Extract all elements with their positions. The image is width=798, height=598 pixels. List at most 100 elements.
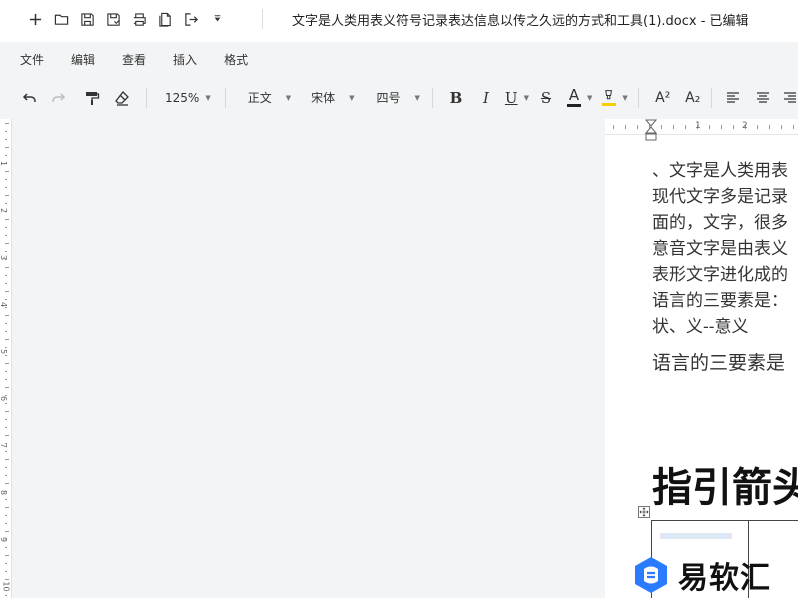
ruler-tick	[5, 251, 7, 252]
table-cell-selection	[660, 533, 732, 539]
highlight-dropdown[interactable]: ▼	[602, 85, 628, 111]
toolbar-separator	[431, 87, 433, 108]
align-left-button[interactable]	[722, 85, 744, 111]
font-color-button[interactable]: A	[566, 86, 581, 107]
toolbar-separator	[146, 87, 147, 108]
move-icon	[639, 507, 649, 517]
menu-format[interactable]: 格式	[224, 51, 248, 68]
bold-button[interactable]: B	[445, 85, 467, 111]
align-left-icon	[726, 91, 739, 103]
print-button[interactable]	[126, 6, 152, 32]
underline-dropdown[interactable]: U ▼	[505, 85, 529, 111]
ruler-tick	[5, 435, 9, 436]
table-move-handle[interactable]	[638, 506, 650, 518]
strikethrough-button[interactable]: S	[535, 85, 557, 111]
ruler-tick	[5, 379, 7, 380]
ruler-tick	[613, 125, 614, 129]
ruler-number: 3	[0, 255, 8, 260]
ruler-tick	[5, 571, 7, 572]
ruler-tick	[673, 125, 674, 129]
zoom-dropdown[interactable]: 125% ▼	[165, 91, 211, 105]
font-family-dropdown[interactable]: 宋体 ▼	[311, 89, 354, 106]
align-right-button[interactable]	[782, 85, 798, 111]
plus-icon	[29, 13, 41, 25]
exit-icon	[184, 12, 198, 26]
toolbar-separator	[637, 87, 639, 108]
ruler-tick	[5, 363, 9, 364]
italic-button[interactable]: I	[475, 85, 497, 111]
ruler-tick	[5, 299, 7, 300]
chevron-down-icon: ▼	[586, 93, 593, 102]
subscript-button[interactable]: A₂	[681, 85, 705, 111]
redo-button[interactable]	[46, 85, 70, 111]
font-color-dropdown[interactable]: A ▼	[566, 85, 593, 111]
menu-view[interactable]: 查看	[122, 51, 146, 68]
ruler-tick	[5, 203, 7, 204]
ruler-tick	[5, 243, 9, 244]
customize-quick-access-button[interactable]	[204, 6, 230, 32]
align-center-icon	[756, 91, 769, 103]
ruler-tick	[793, 125, 794, 129]
new-document-button[interactable]	[22, 6, 48, 32]
clear-format-button[interactable]	[110, 85, 134, 111]
align-center-button[interactable]	[752, 85, 774, 111]
ruler-number: 5	[0, 349, 8, 354]
ruler-tick	[5, 555, 9, 556]
text-line: 、文字是人类用表	[652, 161, 788, 181]
ruler-tick	[5, 147, 9, 148]
export-pdf-button[interactable]	[152, 6, 178, 32]
text-line: 状、义--意义	[652, 317, 749, 337]
undo-button[interactable]	[18, 85, 42, 111]
save-as-button[interactable]	[100, 6, 126, 32]
ruler-tick	[5, 387, 9, 388]
ruler-tick	[5, 483, 9, 484]
menu-edit[interactable]: 编辑	[71, 51, 95, 68]
title-bar: 文字是人类用表义符号记录表达信息以传之久远的方式和工具(1).docx - 已编…	[0, 0, 798, 38]
ruler-tick	[5, 531, 9, 532]
ruler-tick	[5, 307, 7, 308]
underline-button[interactable]: U	[505, 89, 518, 107]
paint-roller-icon	[86, 91, 100, 105]
font-color-letter: A	[568, 86, 580, 104]
ruler-tick	[5, 547, 7, 548]
ruler-tick	[5, 411, 9, 412]
ruler-tick	[5, 515, 7, 516]
highlight-button[interactable]	[602, 89, 617, 106]
document-copy-icon	[158, 12, 171, 27]
ruler-tick	[637, 125, 638, 129]
ruler-tick	[5, 459, 9, 460]
watermark: 易软汇	[632, 553, 771, 597]
text-paragraph: 语言的三要素是	[652, 352, 786, 374]
ruler-tick	[5, 179, 7, 180]
font-size-dropdown[interactable]: 四号 ▼	[377, 89, 420, 106]
paragraph-style-dropdown[interactable]: 正文 ▼	[248, 89, 291, 106]
highlight-color-bar	[602, 103, 617, 106]
menu-bar: 文件 编辑 查看 插入 格式	[0, 42, 798, 76]
chevron-down-icon: ▼	[523, 93, 529, 102]
superscript-button[interactable]: A²	[651, 85, 675, 111]
text-line: 面的，文字，很多	[652, 213, 788, 233]
format-painter-button[interactable]	[80, 85, 104, 111]
document-body[interactable]: 、文字是人类用表 现代文字多是记录 面的，文字，很多 意音文字是由表义 表形文字…	[652, 158, 788, 375]
zoom-value: 125%	[165, 90, 200, 105]
horizontal-ruler: 1 2	[605, 119, 798, 141]
menu-insert[interactable]: 插入	[173, 51, 197, 68]
ruler-tick	[5, 475, 7, 476]
chevron-down-icon: ▼	[622, 93, 628, 102]
ruler-tick	[5, 323, 7, 324]
chevron-down-icon: ▼	[414, 93, 420, 102]
share-button[interactable]	[178, 6, 204, 32]
ruler-tick	[661, 125, 662, 129]
font-size-value: 四号	[376, 91, 401, 105]
ruler-tick	[5, 171, 9, 172]
menu-file[interactable]: 文件	[20, 51, 44, 68]
text-line: 表形文字进化成的	[652, 265, 788, 285]
window-title: 文字是人类用表义符号记录表达信息以传之久远的方式和工具(1).docx - 已编…	[292, 14, 749, 29]
indent-marker-icon[interactable]	[645, 119, 657, 141]
text-line: 意音文字是由表义	[652, 239, 788, 259]
save-icon	[80, 12, 94, 26]
ruler-tick	[781, 125, 782, 129]
ruler-tick	[5, 499, 7, 500]
save-button[interactable]	[74, 6, 100, 32]
open-button[interactable]	[48, 6, 74, 32]
